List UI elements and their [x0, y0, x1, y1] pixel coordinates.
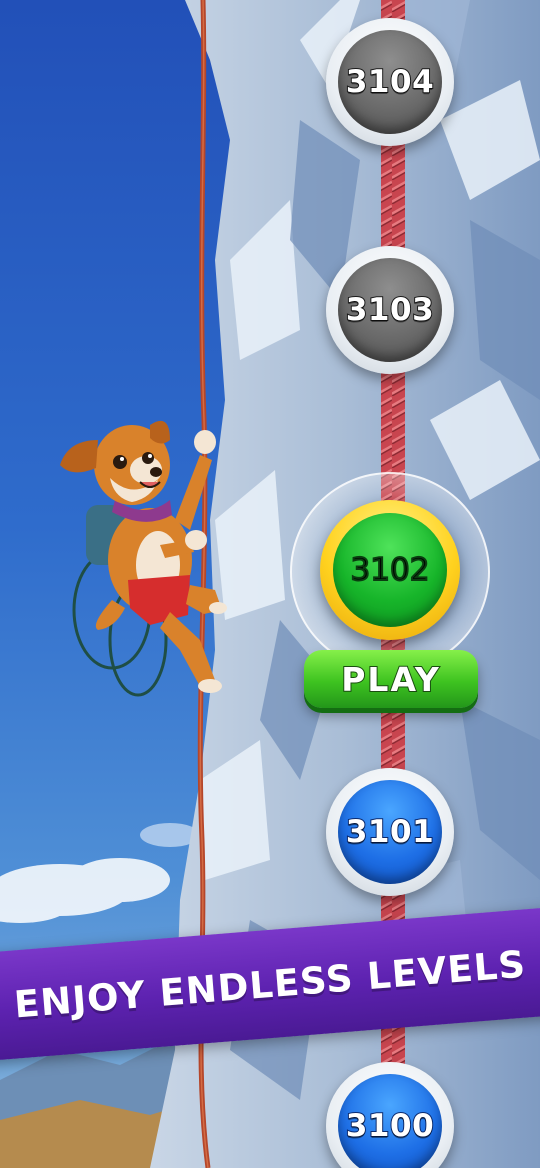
promo-banner-text: ENJOY ENDLESS LEVELS — [12, 941, 528, 1027]
level-number: 3102 — [350, 551, 431, 589]
level-number: 3100 — [345, 1107, 435, 1145]
play-button-label: PLAY — [340, 659, 441, 700]
level-node-3104[interactable]: 3104 — [326, 18, 454, 146]
level-number: 3104 — [345, 63, 435, 101]
level-node-3101[interactable]: 3101 — [326, 768, 454, 896]
level-map[interactable]: 3104 3103 3102 PLAY 3101 ENJOY ENDLESS L… — [0, 0, 540, 1168]
level-number: 3101 — [345, 813, 435, 851]
level-node-3102-current[interactable]: 3102 — [320, 500, 460, 640]
level-node-3103[interactable]: 3103 — [326, 246, 454, 374]
play-button[interactable]: PLAY — [304, 650, 478, 708]
level-number: 3103 — [345, 291, 435, 329]
